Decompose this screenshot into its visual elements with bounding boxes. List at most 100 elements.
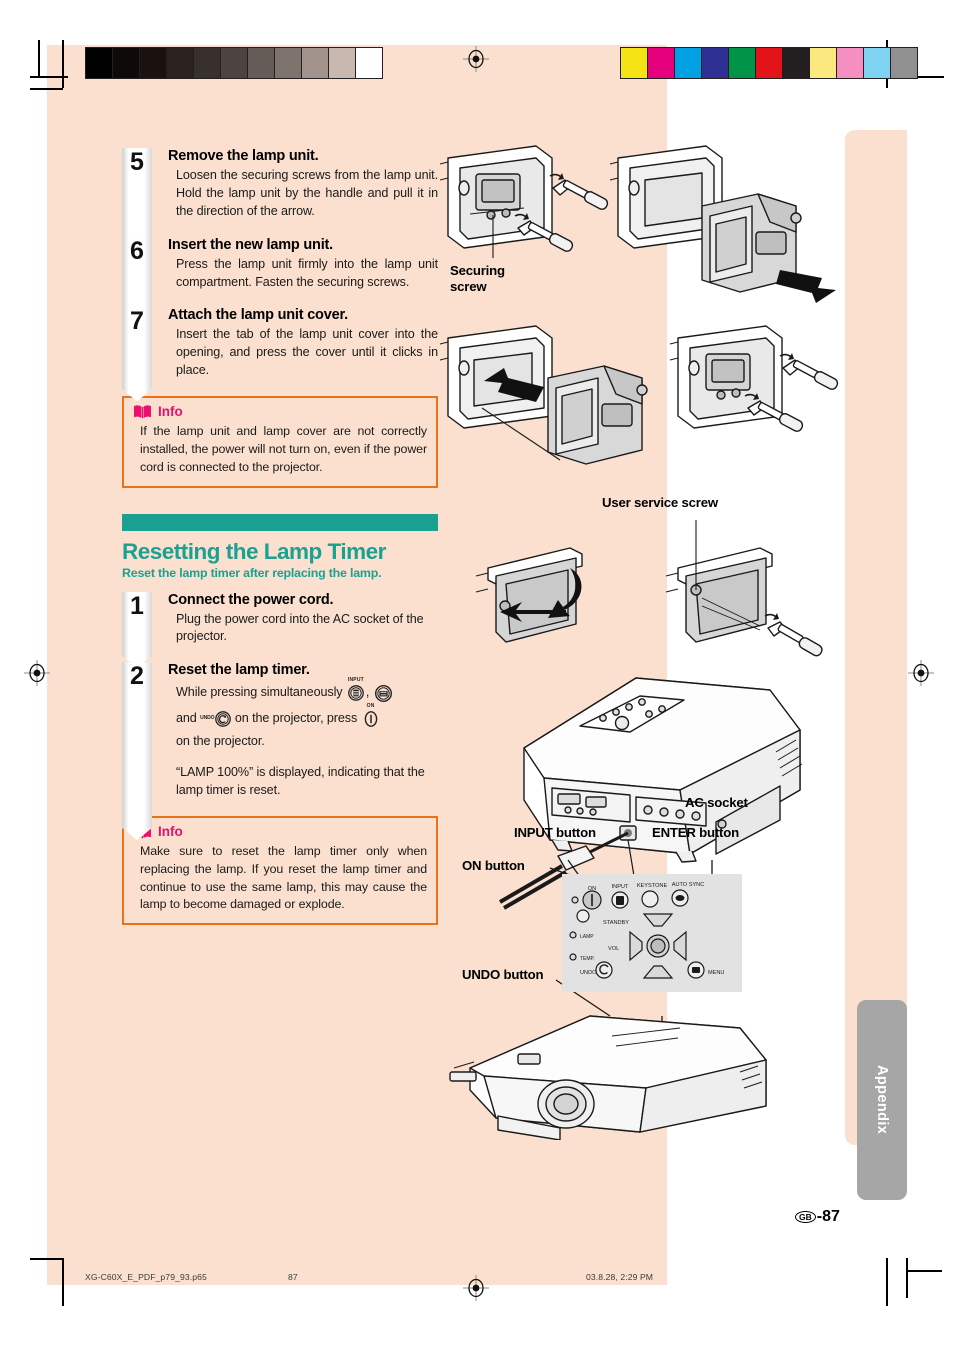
enter-button-label: ENTER button: [652, 825, 739, 840]
lamp-cover-open: [475, 547, 583, 643]
crop-mark-bl-v: [62, 1258, 64, 1306]
registration-mark-right: [908, 660, 934, 686]
legend-keystone: KEYSTONE: [637, 883, 668, 889]
gray-swatch-10: [355, 48, 382, 78]
color-swatch-10: [890, 48, 917, 78]
color-swatch-6: [782, 48, 809, 78]
legend-undo: UNDO: [580, 970, 597, 976]
lamp-compartment-c: [440, 325, 553, 429]
step-7: 7 Attach the lamp unit cover. Insert the…: [122, 307, 438, 402]
reset-step-2-body-line3: on the projector.: [168, 733, 438, 751]
gray-swatch-2: [139, 48, 166, 78]
legend-standby: STANDBY: [603, 920, 629, 926]
info-box-bottom-header: Info: [133, 824, 427, 839]
gray-swatch-0: [86, 48, 112, 78]
keystone-button-graphic: [641, 890, 659, 908]
page-number: GB -87: [795, 1208, 840, 1226]
info-box-top: Info If the lamp unit and lamp cover are…: [122, 396, 438, 488]
registration-mark-bottom: [463, 1275, 489, 1301]
lamp-indicator: [569, 931, 577, 939]
lamp-unit-diagram: [440, 145, 839, 465]
screwdriver-a1: [549, 173, 609, 210]
info-box-top-text: If the lamp unit and lamp cover are not …: [140, 424, 427, 474]
step-6-title: Insert the new lamp unit.: [168, 236, 333, 253]
reset-step-1-body: Plug the power cord into the AC socket o…: [176, 611, 424, 644]
securing-screw-label: Securing screw: [450, 263, 505, 294]
lamp-unit-module-in: [547, 365, 648, 465]
region-badge: GB: [795, 1211, 816, 1223]
projector-front-view: [449, 1015, 767, 1140]
registration-mark-top: [463, 46, 489, 72]
color-swatch-8: [836, 48, 863, 78]
reset-step-2-text-4: on the projector.: [176, 734, 265, 749]
reset-step-1: 1 Connect the power cord. Plug the power…: [122, 591, 438, 668]
reset-step-2-number: 2: [122, 662, 152, 841]
section-subtitle: Reset the lamp timer after replacing the…: [122, 565, 382, 580]
page-number-value: -87: [816, 1208, 840, 1225]
legend-auto-sync: AUTO SYNC: [672, 882, 705, 888]
input-key-caption: INPUT: [347, 677, 364, 683]
gray-swatch-5: [220, 48, 247, 78]
undo-key-caption: UNDO: [200, 715, 215, 722]
illustration-column: Securing screw User service screw AC soc…: [440, 140, 870, 1200]
color-swatch-4: [728, 48, 755, 78]
reset-step-2-text-1: While pressing simultaneously: [176, 685, 343, 700]
crop-mark-tl-v2: [62, 40, 64, 88]
reset-step-2: 2 Reset the lamp timer. While pressing s…: [122, 662, 438, 841]
legend-temp: TEMP.: [580, 956, 595, 962]
footer-page: 87: [288, 1272, 298, 1282]
gray-swatch-6: [247, 48, 274, 78]
lamp-unit-module-out: [701, 193, 836, 303]
legend-menu: MENU: [708, 970, 724, 976]
step-7-title: Attach the lamp unit cover.: [168, 307, 348, 324]
gray-swatch-3: [166, 48, 193, 78]
temp-indicator: [569, 953, 577, 961]
legend-lamp: LAMP: [580, 934, 594, 940]
crop-mark-br-v2: [906, 1258, 908, 1298]
color-swatch-7: [809, 48, 836, 78]
reset-step-2-title: Reset the lamp timer.: [168, 662, 310, 679]
color-calibration-strip: [620, 47, 918, 79]
undo-key-glyph: [215, 711, 232, 727]
step-7-number: 7: [122, 307, 152, 402]
gray-swatch-8: [301, 48, 328, 78]
open-book-icon: [133, 404, 152, 419]
crop-mark-tl-h2: [30, 88, 63, 90]
info-box-top-label: Info: [158, 404, 183, 419]
step-6-body: Press the lamp unit firmly into the lamp…: [176, 256, 438, 289]
legend-vol: VOL: [608, 946, 619, 952]
user-service-screw-label: User service screw: [602, 495, 718, 510]
screwdriver-d1: [779, 353, 839, 390]
info-box-bottom-label: Info: [158, 823, 183, 839]
color-swatch-5: [755, 48, 782, 78]
standby-button-graphic: [576, 909, 590, 923]
footer-filename: XG-C60X_E_PDF_p79_93.p65: [85, 1272, 207, 1282]
step-5-title: Remove the lamp unit.: [168, 148, 319, 164]
reset-step-2-body-line2: and UNDO on the projector, press ON: [168, 703, 438, 731]
ac-socket-label: AC socket: [685, 795, 748, 810]
step-6: 6 Insert the new lamp unit. Press the la…: [122, 236, 438, 321]
info-box-bottom-text: Make sure to reset the lamp timer only w…: [140, 843, 427, 912]
color-swatch-0: [621, 48, 647, 78]
input-button-label: INPUT button: [514, 825, 596, 840]
crop-mark-bl-h: [30, 1258, 63, 1260]
control-panel-detail: ON INPUT KEYSTONE AUTO SYNC STANDBY LAMP…: [449, 859, 767, 1140]
reset-step-1-number: 1: [122, 591, 152, 668]
reset-step-2-body: While pressing simultaneously INPUT ,: [168, 677, 438, 705]
side-tab-label: Appendix: [874, 1065, 890, 1135]
gray-swatch-1: [112, 48, 139, 78]
reset-step-2-text-3: on the projector, press: [234, 711, 358, 726]
enter-key-glyph: [374, 684, 392, 702]
instruction-column: 5 Remove the lamp unit. Loosen the secur…: [122, 148, 438, 926]
crop-mark-br-v: [886, 1258, 888, 1306]
section-side-tab: Appendix: [857, 1000, 907, 1200]
crop-mark-br-h: [906, 1270, 942, 1272]
step-7-body: Insert the tab of the lamp unit cover in…: [176, 327, 438, 378]
reset-step-1-title: Connect the power cord.: [168, 591, 334, 608]
color-swatch-3: [701, 48, 728, 78]
color-swatch-2: [674, 48, 701, 78]
on-key-caption: ON: [366, 702, 375, 709]
info-box-bottom: Info Make sure to reset the lamp timer o…: [122, 815, 438, 926]
color-swatch-1: [647, 48, 674, 78]
input-key-glyph: INPUT: [348, 677, 364, 701]
